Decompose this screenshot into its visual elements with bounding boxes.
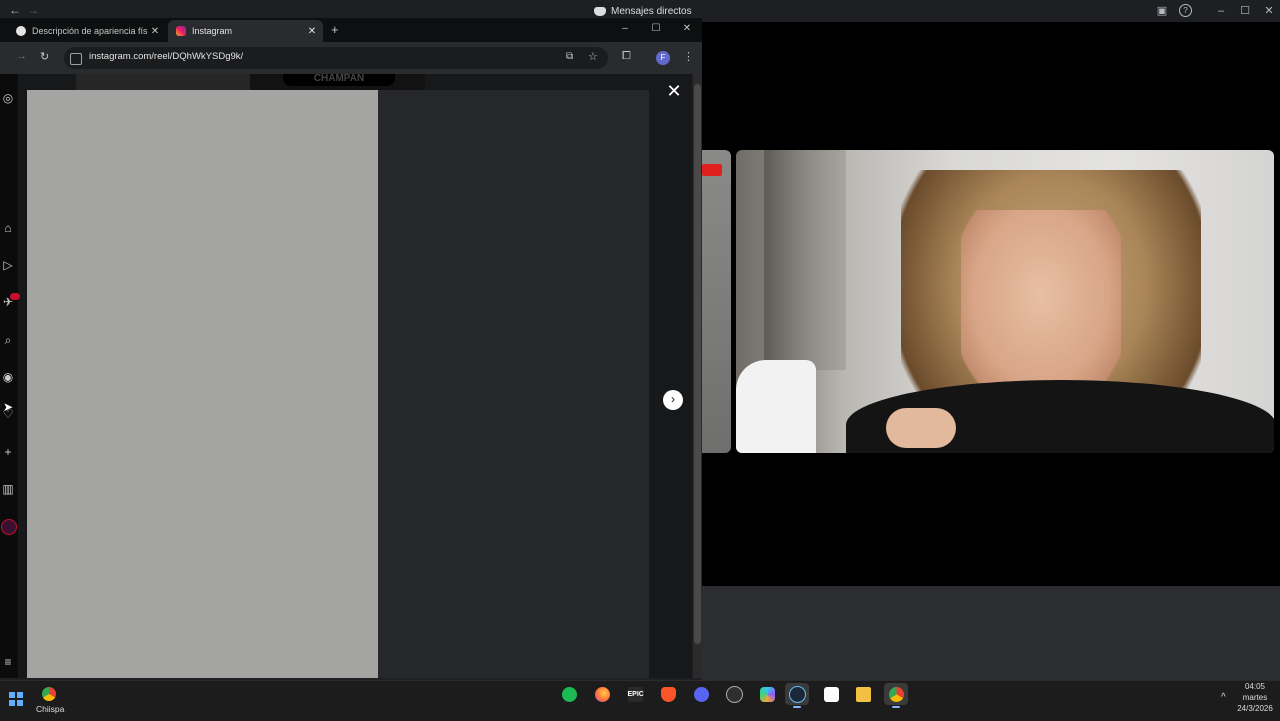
profile-avatar[interactable]	[1, 519, 17, 535]
forward-button[interactable]: →	[16, 50, 27, 62]
help-icon[interactable]: ?	[1179, 4, 1192, 17]
video-person-hand	[886, 408, 956, 448]
file-explorer-icon[interactable]	[851, 683, 875, 705]
tab-close-icon[interactable]: ✕	[148, 26, 162, 37]
video-person-face	[961, 210, 1121, 400]
scrollbar-thumb[interactable]	[694, 84, 701, 644]
instagram-icon	[176, 26, 186, 36]
mouse-cursor-icon: ➤	[3, 400, 14, 414]
tab-close-icon[interactable]: ✕	[305, 26, 319, 37]
discord-close-button[interactable]: ✕	[1262, 4, 1276, 18]
video-background-chair	[736, 360, 816, 453]
profile-avatar[interactable]: F	[656, 51, 670, 65]
bookmark-star-icon[interactable]: ☆	[588, 50, 598, 63]
search-icon[interactable]: ⌕	[0, 332, 16, 348]
discord-icon	[594, 6, 606, 16]
clock-day: martes	[1242, 693, 1268, 702]
discord-forward-button[interactable]: →	[27, 3, 39, 17]
discord-icon[interactable]	[689, 683, 713, 705]
browser-minimize-button[interactable]: –	[618, 22, 632, 36]
url-text[interactable]: instagram.com/reel/DQhWkYSDg9k/	[89, 51, 243, 62]
chrome-icon[interactable]	[884, 683, 908, 708]
tray-expand-icon[interactable]: ^	[1221, 692, 1226, 703]
chatgpt-icon	[16, 26, 26, 36]
capcut-icon[interactable]	[819, 683, 843, 705]
reel-video-area[interactable]	[27, 90, 378, 678]
taskbar-app-label: Chiispa	[36, 704, 65, 714]
extensions-icon[interactable]: ⧠	[622, 50, 631, 63]
tab-title: Descripción de apariencia física	[32, 26, 148, 36]
chrome-icon	[41, 686, 57, 702]
video-tile-main[interactable]	[736, 150, 1274, 453]
firefox-icon[interactable]	[590, 683, 614, 705]
video-tile-secondary[interactable]	[702, 150, 731, 453]
inbox-icon[interactable]: ▣	[1155, 4, 1169, 18]
home-icon[interactable]: ⌂	[0, 220, 16, 236]
clock-date: 24/3/2026	[1237, 704, 1273, 713]
discord-window-title: Mensajes directos	[594, 3, 692, 19]
tab-title: Instagram	[192, 26, 233, 36]
system-clock[interactable]: 04:05 martes 24/3/2026	[1232, 681, 1278, 714]
spotify-icon[interactable]	[557, 683, 581, 705]
explore-icon[interactable]: ◉	[0, 369, 16, 385]
create-icon[interactable]: +	[0, 444, 16, 460]
brave-icon[interactable]	[656, 683, 680, 705]
taskbar-chrome-profile[interactable]: Chiispa	[36, 684, 65, 714]
site-info-icon[interactable]	[70, 53, 82, 65]
reload-button[interactable]: ↻	[40, 50, 49, 63]
windows-start-icon[interactable]	[9, 692, 23, 706]
next-reel-button[interactable]: ›	[663, 390, 683, 410]
tab-instagram[interactable]: Instagram ✕	[168, 20, 323, 42]
instagram-icon[interactable]: ◎	[0, 90, 16, 106]
new-tab-button[interactable]: +	[331, 22, 339, 37]
tab-descripcion[interactable]: Descripción de apariencia física ✕	[8, 20, 166, 42]
close-icon[interactable]: ✕	[665, 82, 683, 100]
steam-icon[interactable]	[785, 683, 809, 708]
browser-maximize-button[interactable]: ☐	[649, 22, 663, 36]
browser-close-button[interactable]: ✕	[680, 22, 694, 36]
video-background-door	[764, 150, 846, 370]
reel-comments-panel	[378, 90, 649, 678]
notification-badge	[10, 293, 20, 300]
browser-menu-icon[interactable]: ⋮	[683, 50, 694, 63]
dashboard-icon[interactable]: ▥	[0, 481, 16, 497]
reels-icon[interactable]: ▷	[0, 257, 16, 273]
clock-time: 04:05	[1244, 682, 1266, 691]
copilot-icon[interactable]	[755, 683, 779, 705]
obs-icon[interactable]	[722, 683, 746, 705]
discord-title-text: Mensajes directos	[611, 5, 692, 17]
epic-games-icon[interactable]: EPIC	[623, 683, 647, 705]
install-app-icon[interactable]: ⧉	[566, 51, 573, 62]
discord-maximize-button[interactable]: ☐	[1238, 4, 1252, 18]
more-icon[interactable]: ≡	[0, 654, 16, 670]
discord-minimize-button[interactable]: –	[1214, 4, 1228, 18]
discord-back-button[interactable]: ←	[9, 3, 21, 17]
channel-logo	[702, 164, 722, 176]
discord-call-controls-area	[702, 586, 1280, 680]
background-banner: CHAMPAN	[283, 74, 395, 86]
